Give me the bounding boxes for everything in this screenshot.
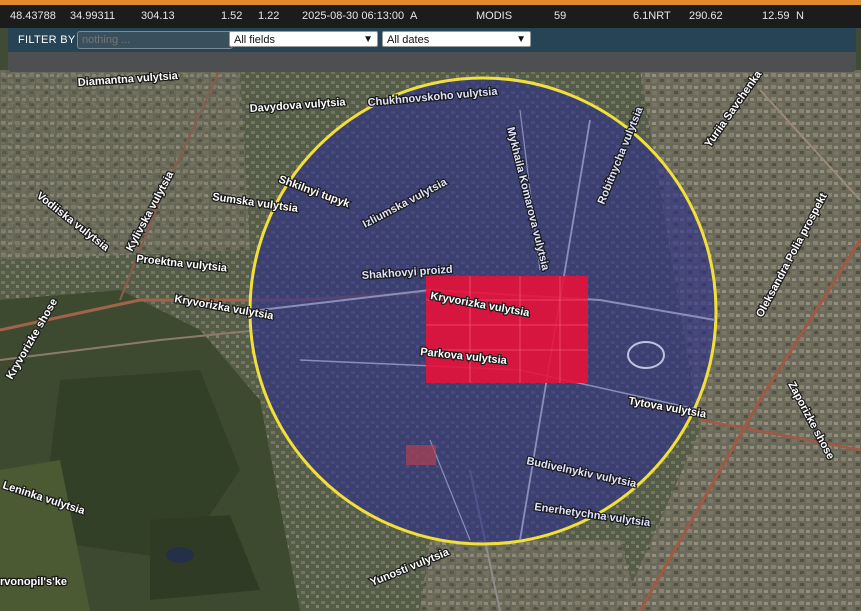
fire-record-row[interactable]: 48.43788 34.99311 304.13 1.52 1.22 2025-… bbox=[0, 5, 861, 28]
scan-value: 1.52 bbox=[221, 10, 243, 22]
date-select-value: All dates bbox=[387, 34, 430, 46]
bright-t31-value: 290.62 bbox=[689, 10, 723, 22]
satellite-value: A bbox=[410, 10, 418, 22]
chevron-down-icon: ▼ bbox=[516, 34, 526, 45]
fire-detection-pixel[interactable] bbox=[426, 276, 588, 383]
filter-row: FILTER BY All fields ▼ All dates ▼ bbox=[8, 28, 856, 52]
brightness-value: 304.13 bbox=[141, 10, 175, 22]
satellite-map[interactable]: Diamantna vulytsia Davydova vulytsia Chu… bbox=[0, 0, 861, 611]
daynight-value: N bbox=[796, 10, 804, 22]
latitude-value: 48.43788 bbox=[10, 10, 56, 22]
date-select[interactable]: All dates ▼ bbox=[382, 31, 531, 47]
filter-label: FILTER BY bbox=[18, 34, 76, 46]
field-select-value: All fields bbox=[234, 34, 275, 46]
red-roof-building bbox=[406, 445, 436, 465]
chevron-down-icon: ▼ bbox=[363, 34, 373, 45]
street-label: rvonopil's'ke bbox=[0, 576, 67, 588]
filter-search-input[interactable] bbox=[77, 31, 233, 49]
track-value: 1.22 bbox=[258, 10, 280, 22]
field-select[interactable]: All fields ▼ bbox=[229, 31, 378, 47]
longitude-value: 34.99311 bbox=[70, 10, 116, 22]
acq-datetime-value: 2025-08-30 06:13:00 bbox=[302, 10, 405, 22]
filter-panel: FILTER BY All fields ▼ All dates ▼ bbox=[8, 28, 856, 72]
version-value: 6.1NRT bbox=[633, 10, 671, 22]
confidence-value: 59 bbox=[554, 10, 567, 22]
instrument-value: MODIS bbox=[476, 10, 513, 22]
frp-value: 12.59 bbox=[762, 10, 790, 22]
